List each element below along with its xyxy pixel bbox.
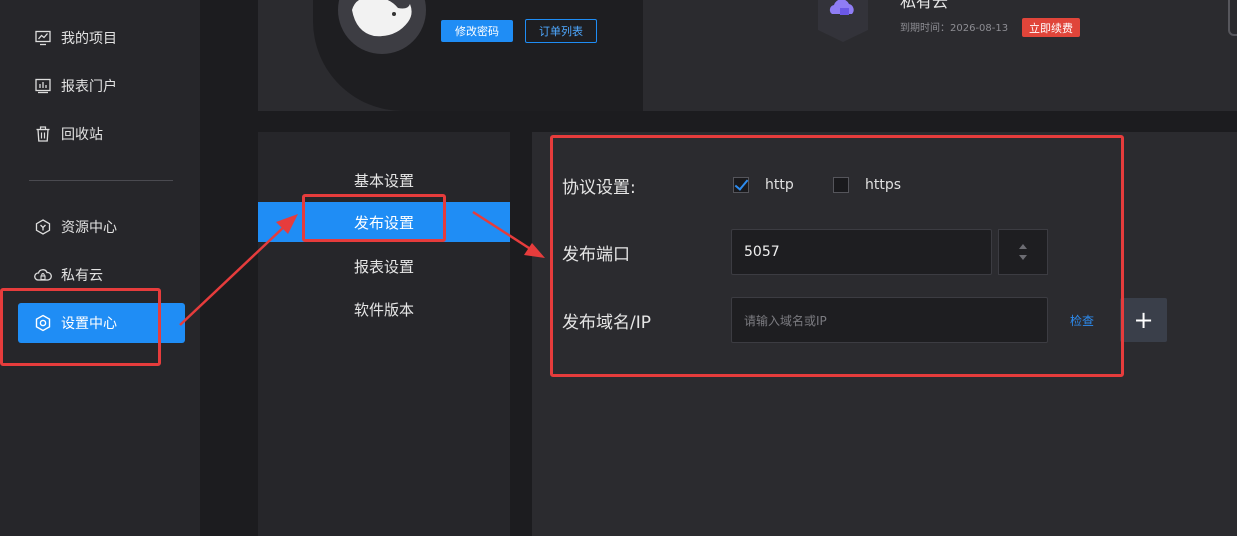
sidebar-item-label: 报表门户 [61,79,117,95]
sidebar: 我的项目 报表门户 回收站 资源中心 私有云 设置中心 [0,0,200,536]
https-checkbox[interactable] [833,177,849,193]
stepper-down-icon[interactable] [1019,255,1027,260]
domain-label: 发布域名/IP [562,313,651,333]
sidebar-item-label: 回收站 [61,127,103,143]
private-cloud-badge-icon [818,0,868,42]
sidebar-item-resource-center[interactable]: 资源中心 [18,207,185,247]
sidebar-item-label: 私有云 [61,268,103,284]
http-checkbox[interactable] [733,177,749,193]
sidebar-item-private-cloud[interactable]: 私有云 [18,255,185,295]
https-option[interactable]: https [833,177,901,193]
http-label: http [765,177,794,193]
add-domain-button[interactable]: + [1120,298,1167,342]
stepper-up-icon[interactable] [1019,244,1027,249]
port-stepper[interactable] [998,229,1048,275]
sidebar-item-my-projects[interactable]: 我的项目 [18,18,185,58]
sidebar-item-label: 我的项目 [61,31,117,47]
resource-hex-icon [34,218,52,236]
renew-button[interactable]: 立即续费 [1022,18,1080,37]
subnav-report-settings[interactable]: 报表设置 [258,246,510,286]
sidebar-item-recycle-bin[interactable]: 回收站 [18,114,185,154]
report-portal-icon [34,77,52,95]
expire-date: 到期时间：2026-08-13 [900,23,1009,34]
protocol-label: 协议设置: [562,178,636,198]
check-link[interactable]: 检查 [1070,312,1094,329]
subnav-basic-settings[interactable]: 基本设置 [258,160,510,200]
change-password-button[interactable]: 修改密码 [441,20,513,42]
private-cloud-icon [34,266,52,284]
sidebar-item-report-portal[interactable]: 报表门户 [18,66,185,106]
top-right-box [1228,0,1237,36]
sidebar-item-settings-center[interactable]: 设置中心 [18,303,185,343]
domain-input[interactable]: 请输入域名或IP [731,297,1048,343]
trash-icon [34,125,52,143]
https-label: https [865,177,902,193]
gear-icon [34,314,52,332]
cloud-plan-title: 私有云 [900,0,949,11]
port-label: 发布端口 [562,245,630,265]
sidebar-item-label: 设置中心 [61,316,117,332]
sidebar-item-label: 资源中心 [61,220,117,236]
order-list-button[interactable]: 订单列表 [525,19,597,43]
sidebar-divider [29,180,173,181]
subnav-publish-settings[interactable]: 发布设置 [258,202,510,242]
port-input[interactable]: 5057 [731,229,992,275]
project-chart-icon [34,29,52,47]
http-option[interactable]: http [733,177,794,193]
subnav-software-version[interactable]: 软件版本 [258,289,510,329]
